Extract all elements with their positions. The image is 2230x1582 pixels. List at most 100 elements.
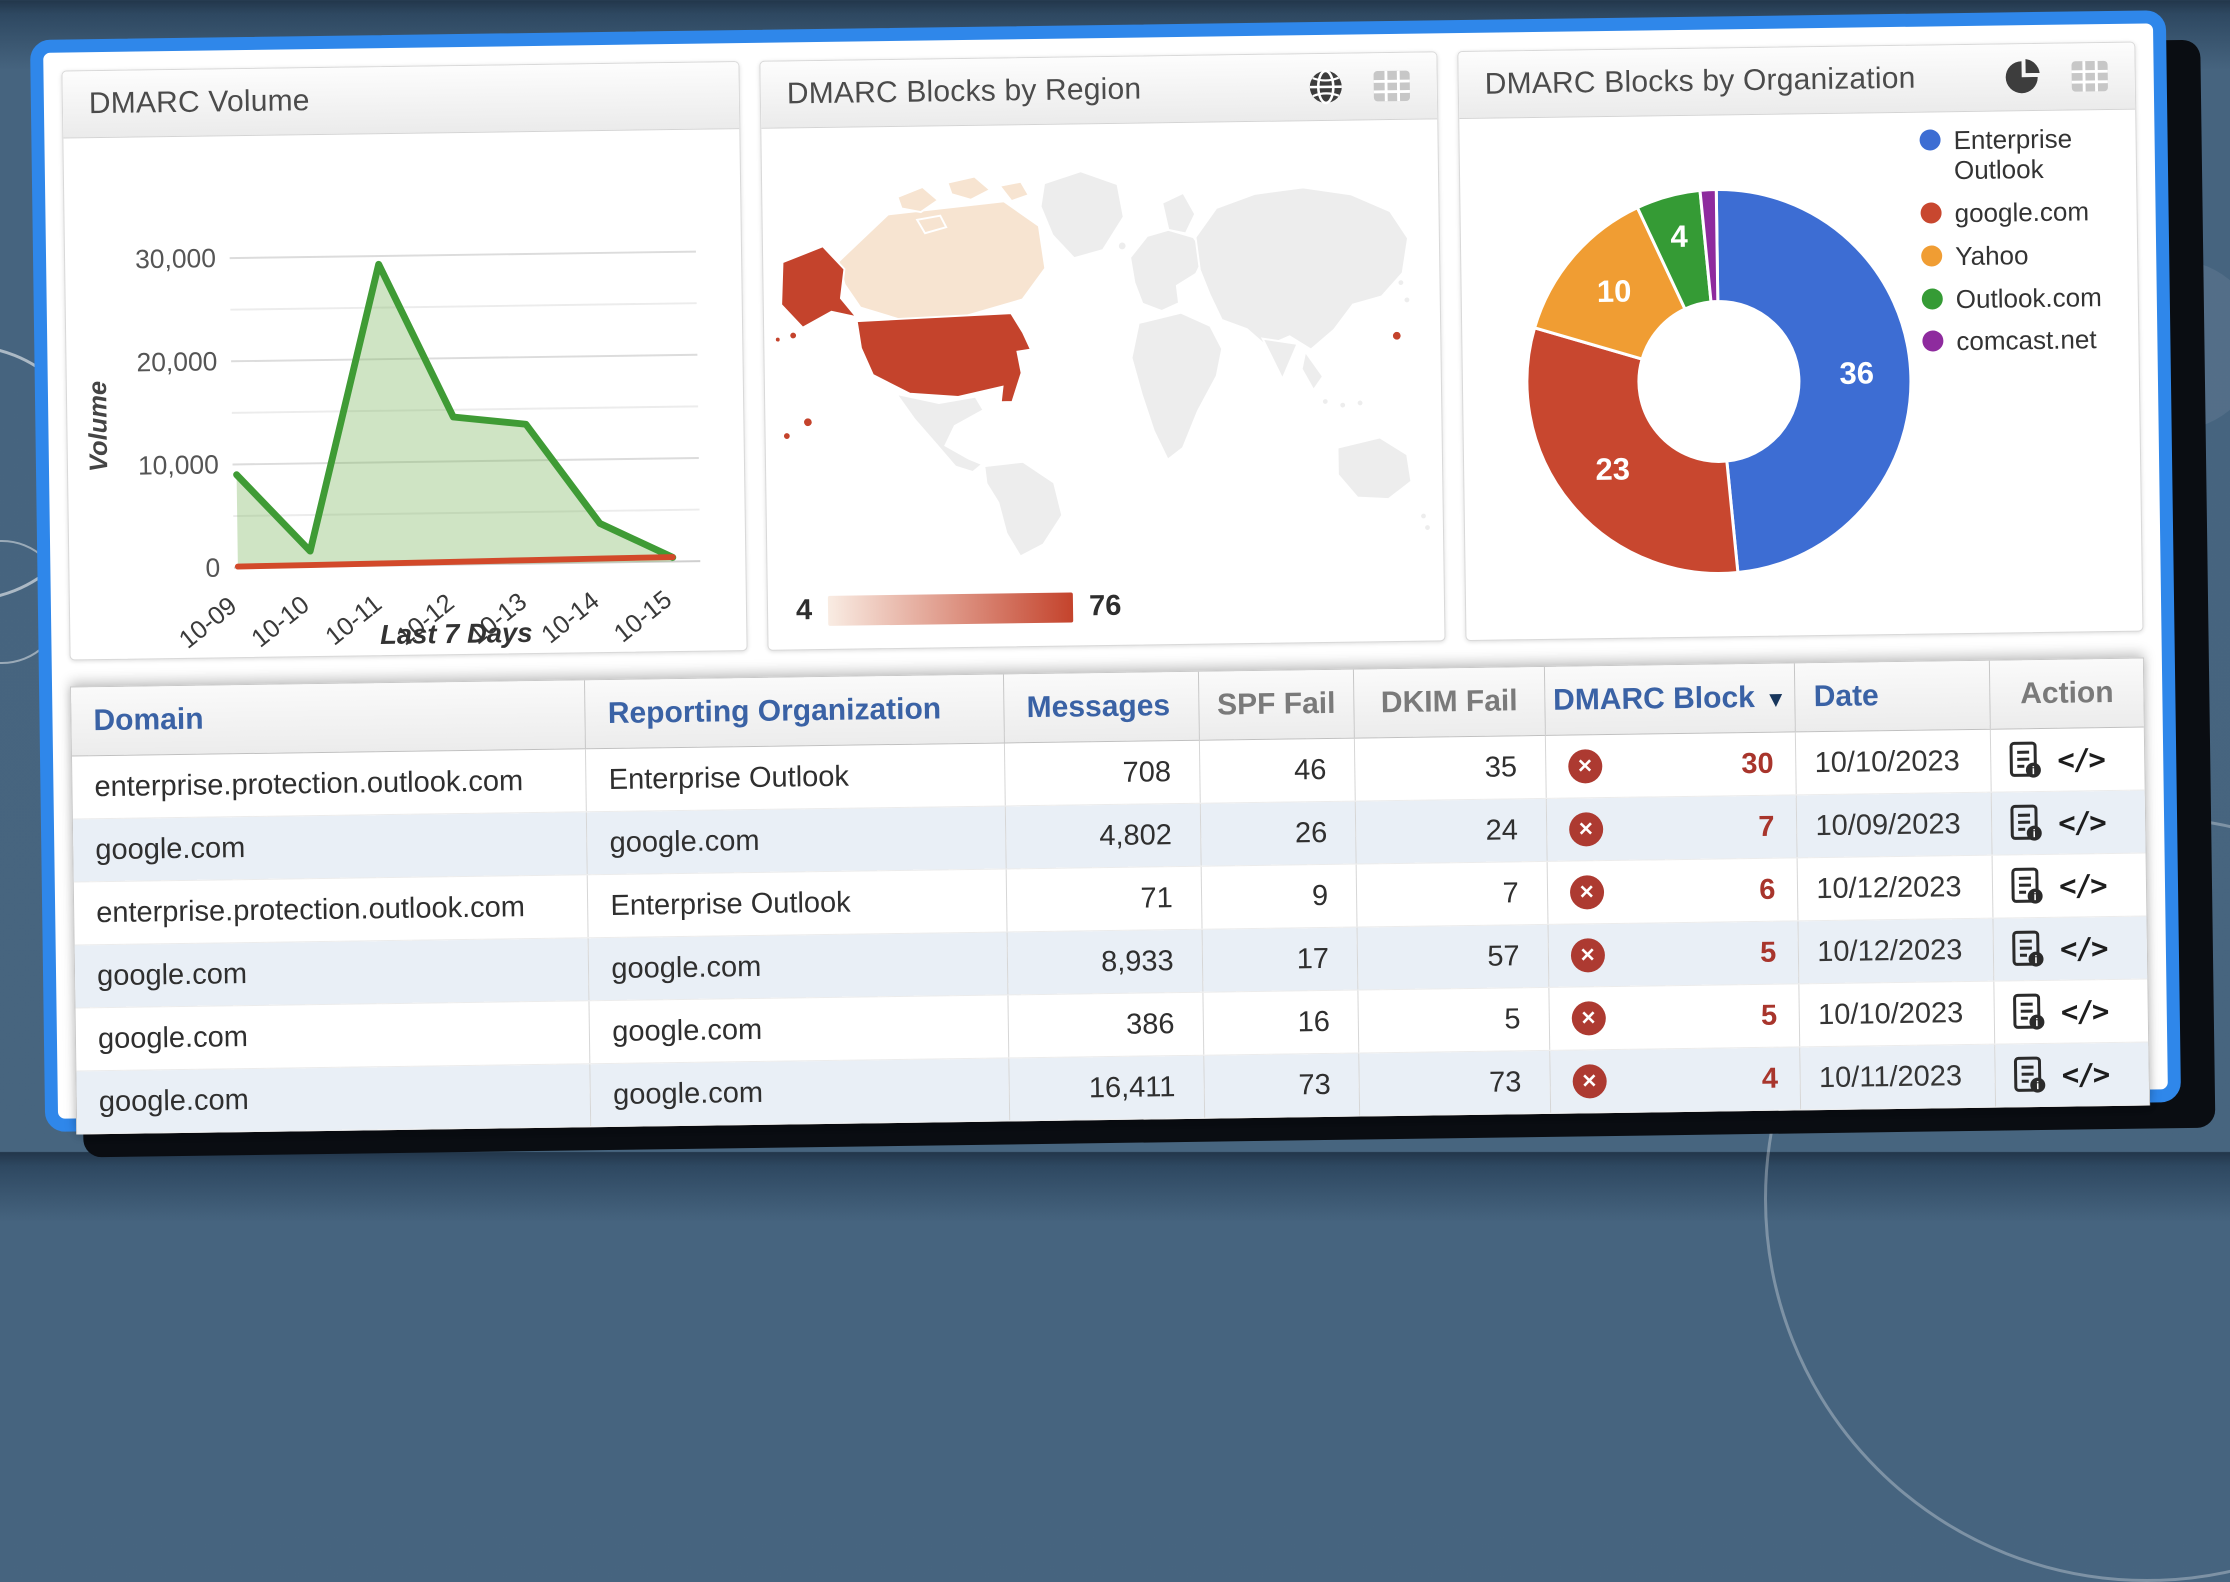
column-header-date[interactable]: Date (1795, 661, 1991, 732)
report-details-icon[interactable]: i (2010, 804, 2043, 842)
cell-spf-fail: 26 (1200, 801, 1356, 866)
cell-messages: 708 (1004, 740, 1200, 806)
cell-dmarc-block: ✕30 (1545, 732, 1797, 798)
legend-swatch (1922, 288, 1943, 309)
block-x-icon: ✕ (1571, 1001, 1605, 1035)
table-view-icon[interactable] (1373, 67, 1412, 106)
cell-reporting-organization: Enterprise Outlook (586, 743, 1005, 812)
report-details-icon[interactable]: i (2012, 930, 2045, 968)
cell-dkim-fail: 73 (1359, 1050, 1550, 1116)
column-header-domain[interactable]: Domain (71, 680, 586, 756)
cell-date: 10/10/2023 (1796, 729, 1992, 795)
xml-source-icon[interactable]: </> (2057, 742, 2104, 777)
map-region (896, 393, 984, 473)
block-count: 4 (1762, 1062, 1779, 1095)
panel-dmarc-blocks-by-region: DMARC Blocks by Region (759, 51, 1445, 650)
column-header-dmarc-block[interactable]: DMARC Block▼ (1544, 663, 1796, 735)
table-view-icon[interactable] (2070, 57, 2109, 96)
y-axis-tick: 30,000 (135, 243, 216, 274)
map-region (984, 461, 1063, 557)
map-region-canada (947, 176, 990, 200)
cell-spf-fail: 73 (1203, 1053, 1359, 1118)
report-details-icon[interactable]: i (2011, 867, 2044, 905)
block-count: 5 (1760, 936, 1777, 969)
cell-dkim-fail: 7 (1356, 861, 1547, 927)
legend-swatch (1922, 331, 1943, 352)
legend-gradient-bar (828, 592, 1073, 625)
cell-reporting-organization: google.com (588, 932, 1007, 1001)
legend-item[interactable]: Enterprise Outlook (1919, 124, 2120, 187)
xml-source-icon[interactable]: </> (2061, 994, 2108, 1029)
globe-icon[interactable] (1307, 68, 1346, 107)
legend-min-value: 4 (796, 594, 813, 627)
column-header-messages[interactable]: Messages (1003, 672, 1199, 743)
cell-date: 10/09/2023 (1797, 792, 1993, 858)
x-axis-tick: 10-14 (536, 587, 604, 650)
legend-item[interactable]: google.com (1920, 197, 2120, 230)
cell-messages: 386 (1008, 992, 1204, 1058)
map-region (1301, 351, 1323, 390)
donut-slice-label: 23 (1595, 451, 1630, 486)
legend-max-value: 76 (1089, 590, 1122, 623)
xml-source-icon[interactable]: </> (2060, 931, 2107, 966)
xml-source-icon[interactable]: </> (2059, 868, 2106, 903)
cell-dmarc-block: ✕5 (1549, 984, 1801, 1050)
table-body: enterprise.protection.outlook.com Enterpr… (72, 727, 2149, 1134)
report-details-icon[interactable]: i (2009, 741, 2042, 779)
legend-item[interactable]: Outlook.com (1922, 282, 2122, 315)
block-x-icon: ✕ (1568, 749, 1602, 783)
donut-slice-label: 36 (1839, 355, 1874, 390)
cell-reporting-organization: google.com (589, 995, 1008, 1064)
cell-dkim-fail: 57 (1357, 924, 1548, 990)
report-details-icon[interactable]: i (2013, 993, 2046, 1031)
cell-domain: enterprise.protection.outlook.com (74, 875, 589, 945)
svg-text:i: i (2035, 1017, 2038, 1029)
region-map-body: 4 76 (761, 119, 1444, 649)
organization-legend: Enterprise Outlook google.com Yahoo Outlook… (1919, 124, 2122, 371)
dmarc-results-table-card: DomainReporting OrganizationMessagesSPF … (70, 658, 2150, 1135)
cell-date: 10/12/2023 (1798, 918, 1994, 984)
dashboard-frame: DMARC Volume 010,00020,00030,00010-0910-… (30, 10, 2181, 1132)
report-details-icon[interactable]: i (2014, 1056, 2047, 1094)
cell-messages: 8,933 (1007, 929, 1203, 995)
block-x-icon: ✕ (1569, 812, 1603, 846)
map-color-legend: 4 76 (796, 590, 1122, 628)
legend-label: Yahoo (1955, 241, 2029, 272)
legend-item[interactable]: comcast.net (1922, 325, 2122, 358)
svg-text:i: i (2032, 765, 2035, 777)
map-region (1162, 193, 1195, 234)
block-x-icon: ✕ (1570, 938, 1604, 972)
cell-reporting-organization: google.com (590, 1058, 1009, 1127)
panel-view-toggles (2004, 57, 2109, 96)
y-axis-tick: 10,000 (138, 449, 219, 480)
block-x-icon: ✕ (1569, 875, 1603, 909)
legend-swatch (1919, 129, 1940, 150)
column-header-reporting-organization[interactable]: Reporting Organization (585, 674, 1004, 748)
x-axis-tick: 10-09 (174, 592, 242, 655)
map-region (1195, 186, 1410, 351)
block-x-icon: ✕ (1572, 1064, 1606, 1098)
xml-source-icon[interactable]: </> (2062, 1057, 2109, 1092)
cell-action: i </> (1994, 979, 2148, 1044)
column-header-action: Action (1989, 659, 2143, 730)
cell-messages: 4,802 (1005, 803, 1201, 869)
sort-desc-icon: ▼ (1765, 687, 1787, 712)
cell-messages: 16,411 (1009, 1055, 1205, 1121)
block-count: 7 (1758, 810, 1775, 843)
panel-title: DMARC Volume (89, 78, 713, 121)
svg-text:i: i (2036, 1080, 2039, 1092)
block-count: 5 (1761, 999, 1778, 1032)
legend-item[interactable]: Yahoo (1921, 239, 2121, 272)
block-count: 6 (1759, 873, 1776, 906)
donut-slice-label: 4 (1670, 219, 1688, 254)
cell-action: i </> (1990, 727, 2144, 792)
cell-spf-fail: 9 (1201, 864, 1357, 929)
legend-swatch (1921, 245, 1942, 266)
donut-slice-label: 10 (1597, 273, 1632, 308)
x-axis-tick: 10-11 (320, 590, 387, 651)
pie-chart-icon[interactable] (2004, 58, 2043, 97)
donut-svg: 36 23 10 4 (1473, 120, 1970, 632)
map-region (1337, 437, 1411, 500)
xml-source-icon[interactable]: </> (2058, 805, 2105, 840)
panel-title: DMARC Blocks by Region (787, 70, 1307, 111)
